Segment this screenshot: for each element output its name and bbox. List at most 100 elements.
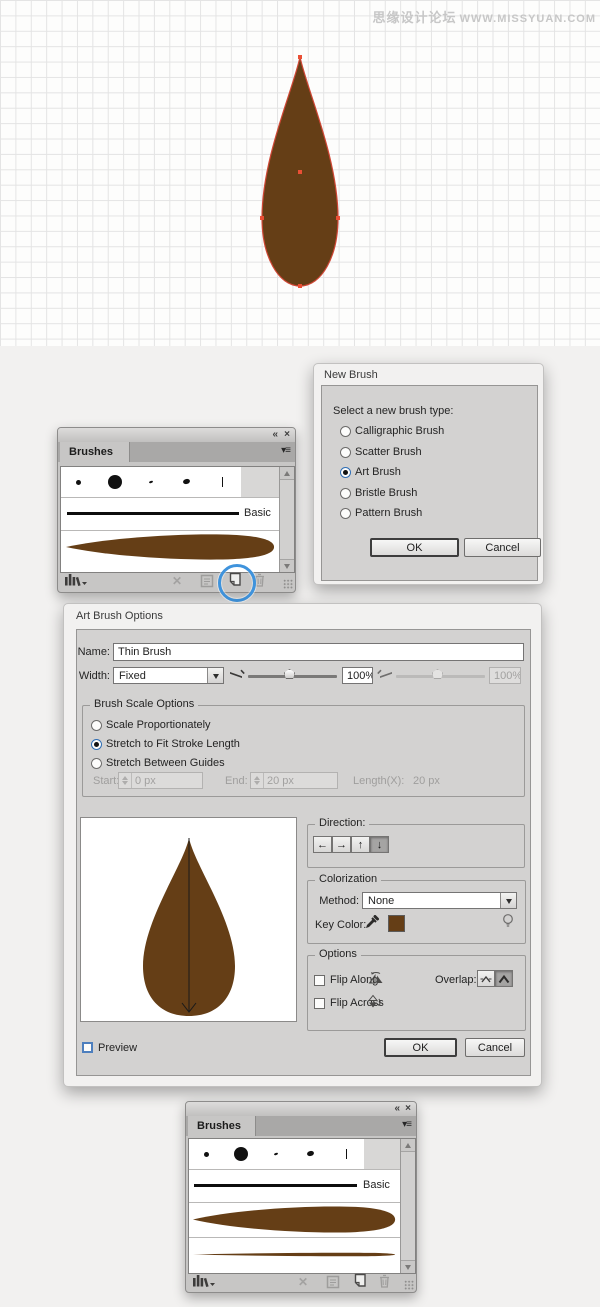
brush-libraries-icon[interactable]: [64, 573, 88, 589]
remove-brush-stroke-icon[interactable]: ✕: [172, 574, 182, 588]
resize-grip[interactable]: [404, 1280, 414, 1290]
cancel-button[interactable]: Cancel: [464, 538, 541, 557]
brush-item-dot-large[interactable]: [224, 1139, 260, 1169]
tab-brushes[interactable]: Brushes: [60, 442, 130, 462]
brush-item-dot-tiny[interactable]: [133, 467, 170, 497]
flip-across-checkbox[interactable]: [314, 998, 325, 1009]
flip-along-checkbox[interactable]: [314, 975, 325, 986]
remove-brush-stroke-icon[interactable]: ✕: [298, 1275, 308, 1289]
brush-item-dot-small[interactable]: [61, 467, 98, 497]
cancel-button[interactable]: Cancel: [465, 1038, 525, 1057]
basic-label: Basic: [244, 507, 271, 519]
name-input[interactable]: Thin Brush: [113, 643, 524, 661]
art-brush-preview: [191, 1205, 398, 1234]
panel-toolbar: ✕: [186, 1272, 416, 1292]
start-label: Start:: [93, 775, 119, 787]
chevron-down-icon: [207, 668, 223, 683]
direction-left-button[interactable]: ←: [313, 836, 332, 853]
radio-calligraphic-brush[interactable]: [340, 426, 351, 437]
brushes-panel-bottom: « × Brushes ▾≡: [185, 1101, 417, 1293]
brush-item-art-brush[interactable]: [189, 1202, 400, 1237]
direction-down-button[interactable]: ↓: [370, 836, 389, 853]
lightbulb-icon[interactable]: [502, 913, 514, 929]
scroll-up-icon[interactable]: [280, 467, 294, 480]
brush-list: Basic: [60, 466, 295, 573]
overlap-none-button[interactable]: [477, 970, 495, 987]
close-icon[interactable]: ×: [405, 1102, 411, 1115]
panel-menu-icon[interactable]: ▾≡: [281, 445, 290, 456]
brush-scale-legend: Brush Scale Options: [90, 698, 198, 710]
eyedropper-icon[interactable]: [364, 915, 380, 930]
dot-icon: [306, 1150, 314, 1157]
artboard-teardrop-shape[interactable]: [238, 48, 362, 292]
radio-bristle-brush-label[interactable]: Bristle Brush: [355, 487, 417, 499]
scrollbar[interactable]: [400, 1139, 415, 1273]
collapse-icon[interactable]: «: [272, 428, 278, 441]
variation-value-box: 100%: [489, 667, 521, 684]
brush-item-vertical-line[interactable]: [205, 467, 242, 497]
brush-item-basic[interactable]: Basic: [189, 1169, 400, 1202]
radio-scatter-brush-label[interactable]: Scatter Brush: [355, 446, 422, 458]
collapse-icon[interactable]: «: [394, 1102, 400, 1115]
radio-bristle-brush[interactable]: [340, 488, 351, 499]
pressure-min-icon: [229, 668, 245, 680]
radio-art-brush-label[interactable]: Art Brush: [355, 466, 401, 478]
brush-preview-shape: [141, 836, 237, 1018]
ok-button[interactable]: OK: [370, 538, 459, 557]
brush-libraries-icon[interactable]: [192, 1274, 216, 1290]
name-label: Name:: [77, 646, 110, 658]
brush-item-vertical-line[interactable]: [329, 1139, 365, 1169]
length-value: 20 px: [413, 775, 440, 787]
brush-item-dot-tiny[interactable]: [259, 1139, 295, 1169]
radio-stretch-between-guides-label[interactable]: Stretch Between Guides: [106, 757, 225, 769]
direction-up-button[interactable]: ↑: [351, 836, 370, 853]
brush-item-dot-oval[interactable]: [169, 467, 206, 497]
width-slider-thumb[interactable]: [284, 669, 295, 679]
empty-cell: [364, 1139, 400, 1169]
brush-options-icon[interactable]: [200, 574, 214, 588]
brush-item-thin-brush[interactable]: [189, 1237, 400, 1272]
radio-art-brush[interactable]: [340, 467, 351, 478]
preview-checkbox[interactable]: [82, 1042, 93, 1053]
radio-stretch-to-fit[interactable]: [91, 739, 102, 750]
width-value-box[interactable]: 100%: [342, 667, 373, 684]
brush-item-dot-large[interactable]: [97, 467, 134, 497]
dialog-body: Name: Thin Brush Width: Fixed 100% 100%: [76, 629, 531, 1076]
direction-legend: Direction:: [315, 817, 369, 829]
radio-stretch-to-fit-label[interactable]: Stretch to Fit Stroke Length: [106, 738, 240, 750]
brush-item-dot-oval[interactable]: [294, 1139, 330, 1169]
basic-label: Basic: [363, 1179, 390, 1191]
radio-scale-proportionately[interactable]: [91, 720, 102, 731]
preview-label[interactable]: Preview: [98, 1042, 137, 1054]
overlap-adjust-button[interactable]: [495, 970, 513, 987]
scroll-up-icon[interactable]: [401, 1139, 415, 1152]
brush-item-art-brush[interactable]: [61, 530, 279, 564]
radio-scale-proportionately-label[interactable]: Scale Proportionately: [106, 719, 211, 731]
radio-pattern-brush-label[interactable]: Pattern Brush: [355, 507, 422, 519]
panel-menu-icon[interactable]: ▾≡: [402, 1119, 411, 1130]
radio-stretch-between-guides[interactable]: [91, 758, 102, 769]
new-brush-icon[interactable]: [352, 1273, 367, 1288]
ok-button[interactable]: OK: [384, 1038, 457, 1057]
art-brush-options-dialog: Art Brush Options Name: Thin Brush Width…: [63, 603, 542, 1087]
art-brush-preview: [64, 533, 277, 561]
radio-calligraphic-brush-label[interactable]: Calligraphic Brush: [355, 425, 444, 437]
basic-stroke-preview: [67, 512, 239, 515]
radio-scatter-brush[interactable]: [340, 447, 351, 458]
scrollbar[interactable]: [279, 467, 294, 572]
brush-options-icon[interactable]: [326, 1275, 340, 1289]
method-dropdown[interactable]: None: [362, 892, 517, 909]
resize-grip[interactable]: [283, 579, 293, 589]
tab-brushes[interactable]: Brushes: [188, 1116, 256, 1136]
delete-brush-icon[interactable]: [378, 1274, 391, 1288]
radio-pattern-brush[interactable]: [340, 508, 351, 519]
brushes-panel-top: « × Brushes ▾≡: [57, 427, 296, 593]
brush-preview-box: [80, 817, 297, 1022]
brush-item-basic[interactable]: Basic: [61, 497, 279, 530]
direction-right-button[interactable]: →: [332, 836, 351, 853]
overlap-label: Overlap:: [435, 974, 477, 986]
brush-item-dot-small[interactable]: [189, 1139, 225, 1169]
key-color-swatch[interactable]: [388, 915, 405, 932]
width-method-dropdown[interactable]: Fixed: [113, 667, 224, 684]
close-icon[interactable]: ×: [284, 428, 290, 441]
